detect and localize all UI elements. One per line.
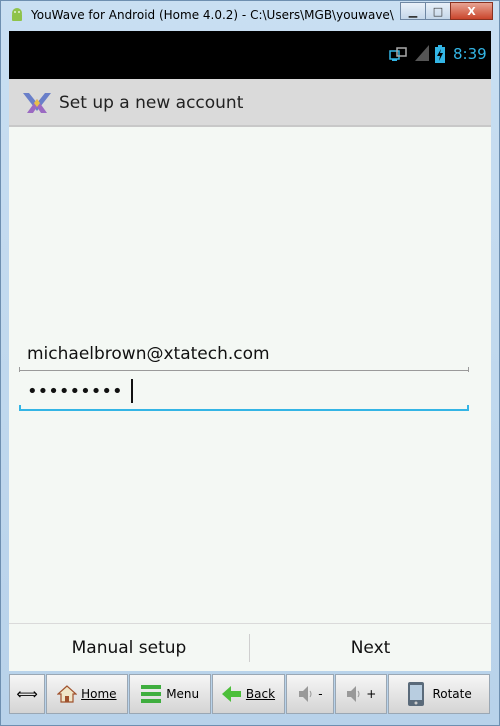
resize-icon: ⟺ xyxy=(16,685,38,703)
volume-up-button[interactable]: + xyxy=(335,674,388,714)
field-edge xyxy=(19,405,21,411)
rotate-label: Rotate xyxy=(432,687,472,701)
close-button[interactable]: X xyxy=(450,2,493,20)
battery-charging-icon xyxy=(435,45,445,63)
menu-button[interactable]: Menu xyxy=(128,674,211,714)
android-icon xyxy=(12,8,22,21)
next-button[interactable]: Next xyxy=(250,624,491,671)
rotate-device-icon xyxy=(408,682,425,706)
back-button[interactable]: Back xyxy=(211,674,286,714)
clock: 8:39 xyxy=(453,45,487,63)
window-title: YouWave for Android (Home 4.0.2) - C:\Us… xyxy=(31,8,394,22)
volume-down-button[interactable]: - xyxy=(286,674,335,714)
manual-setup-button[interactable]: Manual setup xyxy=(9,624,249,671)
page-title: Set up a new account xyxy=(59,93,244,113)
android-screen: 8:39 Set up a new account ••••••••• Manu… xyxy=(9,31,491,671)
field-edge xyxy=(467,405,469,411)
menu-label: Menu xyxy=(166,687,200,701)
email-field[interactable] xyxy=(19,337,469,371)
app-window: YouWave for Android (Home 4.0.2) - C:\Us… xyxy=(0,0,500,726)
home-label: Home xyxy=(81,687,117,701)
home-button[interactable]: Home xyxy=(45,674,128,714)
button-bar: Manual setup Next xyxy=(9,623,491,671)
resize-button[interactable]: ⟺ xyxy=(9,674,45,714)
window-titlebar[interactable]: YouWave for Android (Home 4.0.2) - C:\Us… xyxy=(1,1,499,31)
email-app-icon xyxy=(23,93,51,113)
volume-up-label: + xyxy=(366,687,377,701)
rotate-button[interactable]: Rotate xyxy=(388,674,490,714)
volume-down-label: - xyxy=(318,687,323,701)
home-icon xyxy=(57,685,78,703)
back-arrow-icon xyxy=(221,686,241,702)
maximize-button[interactable]: □ xyxy=(425,2,451,20)
speaker-icon xyxy=(299,686,312,702)
status-bar: 8:39 xyxy=(9,31,491,79)
text-cursor xyxy=(131,379,133,403)
menu-icon xyxy=(141,685,162,703)
field-edge xyxy=(19,367,20,372)
emulator-toolbar: ⟺ Home Menu Back - + Rotate xyxy=(9,672,491,716)
minimize-button[interactable]: ▁ xyxy=(400,2,426,20)
field-edge xyxy=(468,367,469,372)
speaker-icon xyxy=(347,686,360,702)
password-field[interactable]: ••••••••• xyxy=(19,375,469,411)
password-mask: ••••••••• xyxy=(27,381,123,402)
back-label: Back xyxy=(245,687,276,701)
action-bar: Set up a new account xyxy=(9,79,491,127)
network-icon xyxy=(389,47,407,61)
signal-icon xyxy=(415,45,429,61)
